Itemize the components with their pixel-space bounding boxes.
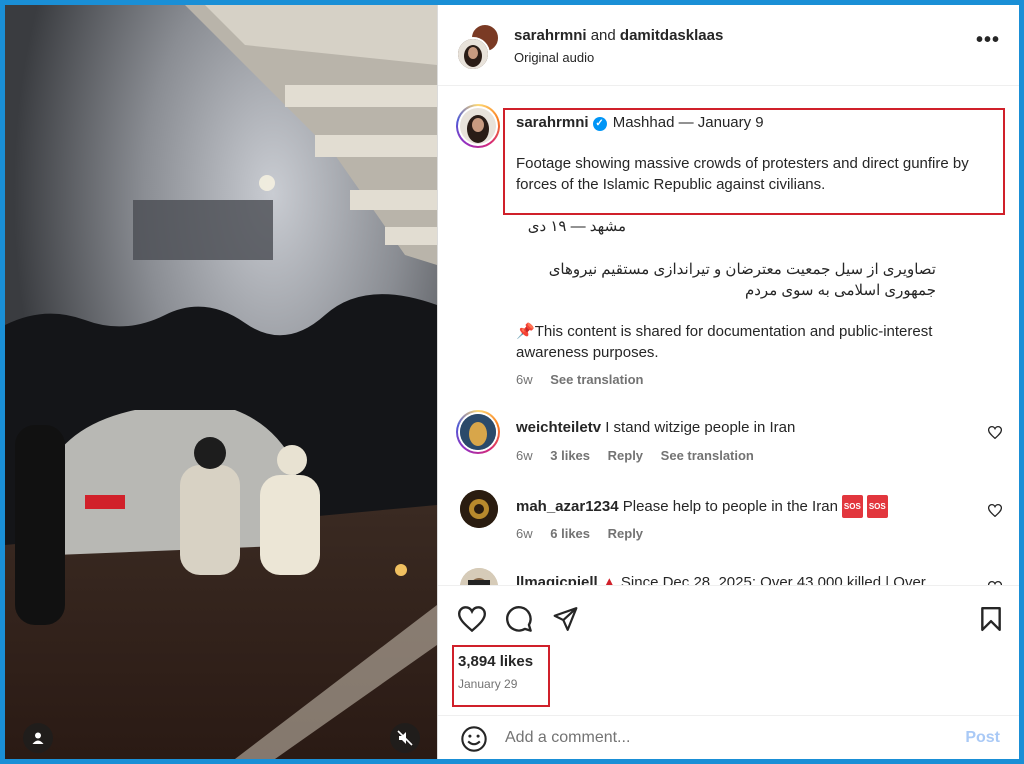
post-authors: sarahrmni and damitdasklaas xyxy=(514,27,723,44)
comment-like-heart-icon[interactable] xyxy=(988,504,1002,517)
authors-conjunction: and xyxy=(590,27,616,44)
person-icon xyxy=(32,732,44,744)
caption-text-persian: تصاویری از سیل جمعیت معترضان و تیراندازی… xyxy=(548,261,936,299)
caption-avatar-ring[interactable] xyxy=(456,104,500,148)
post-header: sarahrmni and damitdasklaas Original aud… xyxy=(438,5,1019,86)
comment-text: Since Dec 28, 2025: Over 43,000 killed |… xyxy=(620,574,926,585)
highlight-box-caption xyxy=(503,108,1005,215)
avatar-image xyxy=(460,568,498,585)
mute-button[interactable] xyxy=(390,723,420,753)
speaker-muted-icon xyxy=(397,730,413,746)
comment-meta: 6w 3 likes Reply See translation xyxy=(516,448,768,463)
comment-likes[interactable]: 6 likes xyxy=(550,526,590,541)
comment-reply-button[interactable]: Reply xyxy=(608,526,643,541)
sos-emoji-icon: SOS xyxy=(866,495,888,518)
comment-body: mah_azar1234 Please help to people in th… xyxy=(516,495,986,518)
post-comment-button[interactable]: Post xyxy=(965,729,1000,747)
comment-body: weichteiletv I stand witzige people in I… xyxy=(516,417,986,438)
save-bookmark-icon[interactable] xyxy=(980,606,1002,632)
comment-username[interactable]: weichteiletv xyxy=(516,419,601,436)
comment-avatar xyxy=(460,414,496,450)
comment-likes[interactable]: 3 likes xyxy=(550,448,590,463)
caption-age[interactable]: 6w xyxy=(516,372,533,387)
comment-avatar[interactable] xyxy=(460,490,498,528)
caption-notice-text: This content is shared for documentation… xyxy=(516,323,933,361)
comment-see-translation[interactable]: See translation xyxy=(661,448,754,463)
comment-like-heart-icon[interactable] xyxy=(988,426,1002,439)
red-pin-icon: ▲ xyxy=(601,574,617,585)
add-comment-bar: Add a comment... Post xyxy=(438,715,1019,759)
like-heart-icon[interactable] xyxy=(458,606,486,632)
comment-avatar[interactable] xyxy=(460,568,498,585)
author-link-damitdasklaas[interactable]: damitdasklaas xyxy=(620,27,723,44)
caption-see-translation[interactable]: See translation xyxy=(550,372,643,387)
comment-bubble-icon[interactable] xyxy=(505,605,533,633)
avatar-image xyxy=(460,414,496,450)
comments-scroll-area[interactable]: sarahrmni ✓ Mashhad — January 9 Footage s… xyxy=(438,86,1019,585)
caption-notice: 📌This content is shared for documentatio… xyxy=(516,321,986,363)
comment-avatar-ring[interactable] xyxy=(456,410,500,454)
post-actions-section: 3,894 likes January 29 Add a comment... … xyxy=(438,585,1019,759)
comment-meta: 6w 6 likes Reply xyxy=(516,526,657,541)
caption-location-persian: مشهد — ۱۹ دی xyxy=(527,218,626,235)
caption-meta: 6w See translation xyxy=(516,372,657,387)
sos-emoji-icon: SOS xyxy=(841,495,863,518)
avatar-image xyxy=(460,490,498,528)
video-frame-image xyxy=(5,5,437,759)
instagram-post-window: sarahrmni and damitdasklaas Original aud… xyxy=(5,5,1019,759)
audio-link[interactable]: Original audio xyxy=(514,50,594,65)
comment-username[interactable]: llmagicpiell xyxy=(516,574,598,585)
comment-reply-button[interactable]: Reply xyxy=(608,448,643,463)
highlight-box-likes xyxy=(452,645,550,707)
post-details-panel: sarahrmni and damitdasklaas Original aud… xyxy=(437,5,1019,759)
comment-body: llmagicpiell ▲ Since Dec 28, 2025: Over … xyxy=(516,572,986,585)
avatar-face-image xyxy=(460,108,496,144)
comment-age[interactable]: 6w xyxy=(516,448,533,463)
more-options-button[interactable]: ••• xyxy=(976,30,1000,50)
comment-text: Please help to people in the Iran xyxy=(622,498,838,515)
avatar-face-image xyxy=(458,39,488,69)
tagged-users-button[interactable] xyxy=(23,723,53,753)
avatar-sarahrmni[interactable] xyxy=(456,37,490,71)
author-link-sarahrmni[interactable]: sarahrmni xyxy=(514,27,587,44)
emoji-icon[interactable] xyxy=(460,725,488,753)
add-comment-input[interactable]: Add a comment... xyxy=(505,729,630,747)
pushpin-icon: 📌 xyxy=(516,323,535,340)
comment-text: I stand witzige people in Iran xyxy=(605,419,796,436)
collab-avatars[interactable] xyxy=(456,23,500,71)
post-video[interactable] xyxy=(5,5,437,759)
comment-age[interactable]: 6w xyxy=(516,526,533,541)
caption-avatar xyxy=(460,108,496,144)
comment-username[interactable]: mah_azar1234 xyxy=(516,498,619,515)
share-send-icon[interactable] xyxy=(552,606,579,632)
